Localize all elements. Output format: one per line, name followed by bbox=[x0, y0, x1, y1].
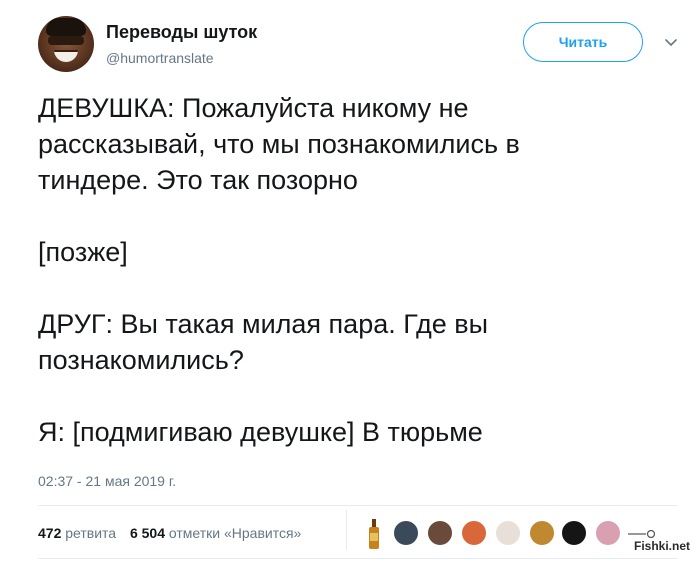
divider bbox=[38, 558, 678, 559]
chevron-down-icon[interactable] bbox=[665, 36, 677, 48]
liker-avatar[interactable] bbox=[494, 519, 522, 547]
liker-avatar[interactable] bbox=[594, 519, 622, 547]
watermark-text: Fishki.net bbox=[634, 539, 691, 553]
retweet-label: ретвита bbox=[65, 525, 117, 541]
like-stat[interactable]: 6 504 отметки «Нравится» bbox=[130, 525, 301, 541]
watermark-icon bbox=[628, 530, 656, 538]
retweet-count: 472 bbox=[38, 525, 62, 541]
avatar-mouth bbox=[54, 50, 78, 62]
avatar[interactable] bbox=[38, 16, 94, 72]
liker-avatar[interactable] bbox=[426, 519, 454, 547]
avatar-glasses bbox=[48, 36, 84, 45]
display-name[interactable]: Переводы шуток bbox=[106, 21, 257, 43]
follow-button[interactable]: Читать bbox=[523, 22, 643, 62]
tweet-stats: 472 ретвита 6 504 отметки «Нравится» bbox=[38, 525, 311, 541]
liker-avatar[interactable] bbox=[460, 519, 488, 547]
bottle-avatar-icon[interactable] bbox=[368, 519, 380, 549]
liker-avatar[interactable] bbox=[528, 519, 556, 547]
like-label: отметки «Нравится» bbox=[168, 525, 302, 541]
account-handle[interactable]: @humortranslate bbox=[106, 49, 257, 67]
tweet-header: Переводы шуток @humortranslate Читать bbox=[38, 16, 678, 76]
stats-separator bbox=[346, 510, 347, 550]
retweet-stat[interactable]: 472 ретвита bbox=[38, 525, 116, 541]
avatar-hair bbox=[46, 18, 86, 36]
divider bbox=[38, 505, 678, 506]
tweet-timestamp[interactable]: 02:37 - 21 мая 2019 г. bbox=[38, 473, 176, 489]
liker-avatar[interactable] bbox=[560, 519, 588, 547]
tweet-text: ДЕВУШКА: Пожалуйста никому не рассказыва… bbox=[38, 93, 520, 447]
like-count: 6 504 bbox=[129, 525, 166, 541]
liker-avatar[interactable] bbox=[392, 519, 420, 547]
account-name-block[interactable]: Переводы шуток @humortranslate bbox=[106, 21, 257, 67]
